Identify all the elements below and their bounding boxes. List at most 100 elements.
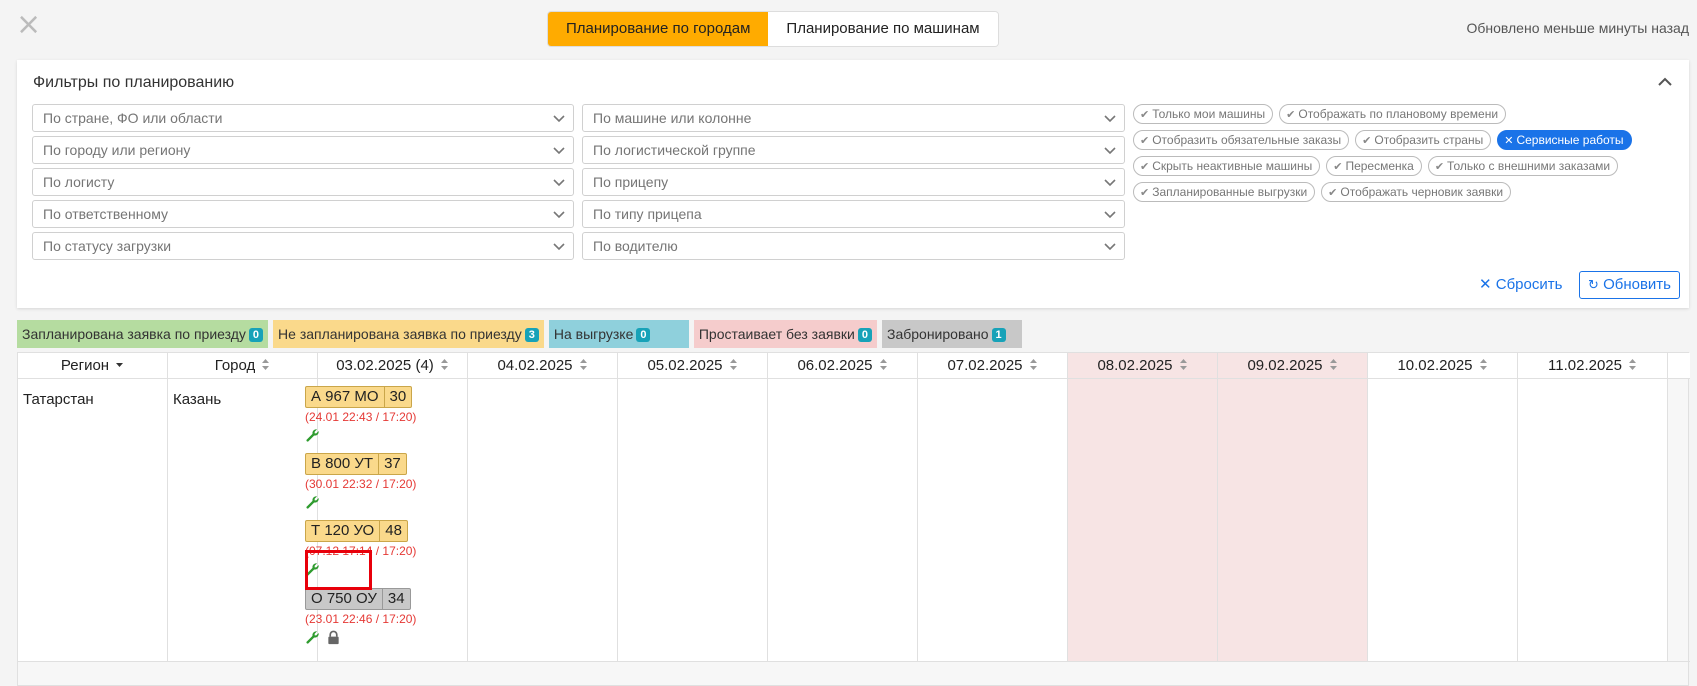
column-header-date[interactable]: 04.02.2025	[468, 353, 618, 379]
chip-only-my-vehicles[interactable]: ✔ Только мои машины	[1133, 104, 1274, 124]
check-icon: ✔	[1140, 108, 1150, 121]
filter-trailer-type-select[interactable]: По типу прицепа	[582, 200, 1125, 228]
day-cell-weekend[interactable]	[1218, 379, 1368, 661]
day-cell[interactable]	[918, 379, 1068, 661]
column-header-date[interactable]: 07.02.2025	[918, 353, 1068, 379]
truck-time: (30.01 22:32 / 17:20)	[305, 477, 417, 491]
chip-planned-time[interactable]: ✔ Отображать по плановому времени	[1279, 104, 1507, 124]
sort-icon	[579, 359, 587, 370]
column-header-label: 07.02.2025	[947, 357, 1023, 374]
chip-mandatory-orders[interactable]: ✔ Отобразить обязательные заказы	[1133, 130, 1350, 150]
legend-unplanned-arrival[interactable]: Не запланирована заявка по приезду 3	[273, 320, 544, 348]
chip-shift-change[interactable]: ✔ Пересменка	[1326, 156, 1422, 176]
column-header-date[interactable]: 10.02.2025	[1368, 353, 1518, 379]
tab-planning-by-cities[interactable]: Планирование по городам	[548, 12, 769, 46]
refresh-button[interactable]: ↻ Обновить	[1579, 271, 1680, 299]
filter-load-status-select[interactable]: По статусу загрузки	[32, 232, 574, 260]
filter-trailer-select[interactable]: По прицепу	[582, 168, 1125, 196]
chevron-up-icon[interactable]	[1655, 72, 1675, 92]
column-header-label: 05.02.2025	[647, 357, 723, 374]
filters-title: Фильтры по планированию	[33, 74, 235, 91]
legend-label: Не запланирована заявка по приезду	[278, 326, 522, 342]
chevron-down-icon	[553, 243, 565, 251]
sort-icon	[1628, 359, 1636, 370]
chip-hide-inactive[interactable]: ✔ Скрыть неактивные машины	[1133, 156, 1321, 176]
legend-idle[interactable]: Простаивает без заявки 0	[693, 320, 877, 348]
highlight-box	[305, 550, 372, 590]
chevron-down-icon	[1104, 211, 1116, 219]
close-icon: ✕	[1504, 134, 1514, 147]
chip-service-works[interactable]: ✕ Сервисные работы	[1497, 130, 1632, 150]
column-header-label: 03.02.2025 (4)	[336, 357, 434, 374]
truck-capacity: 30	[389, 388, 407, 405]
truck-card: О 750 ОУ 34 (23.01 22:46 / 17:20)	[305, 588, 416, 645]
filter-load-status-placeholder: По статусу загрузки	[43, 238, 172, 254]
filter-logistics-group-select[interactable]: По логистической группе	[582, 136, 1125, 164]
legend-planned-arrival[interactable]: Запланирована заявка по приезду 0	[17, 320, 269, 348]
column-header-city[interactable]: Город	[168, 353, 318, 379]
column-header-label: 10.02.2025	[1397, 357, 1473, 374]
wrench-icon[interactable]	[305, 630, 320, 645]
chip-draft-order[interactable]: ✔ Отображать черновик заявки	[1321, 182, 1512, 202]
day-cell[interactable]	[1368, 379, 1518, 661]
column-header-label: 09.02.2025	[1247, 357, 1323, 374]
filter-country-select[interactable]: По стране, ФО или области	[32, 104, 574, 132]
column-header-date-weekend[interactable]: 08.02.2025	[1068, 353, 1218, 379]
chip-planned-unloads[interactable]: ✔ Запланированные выгрузки	[1133, 182, 1316, 202]
close-icon[interactable]: ×	[16, 10, 41, 40]
truck-time: (23.01 22:46 / 17:20)	[305, 612, 417, 626]
region-cell: Татарстан	[18, 379, 168, 661]
region-value: Татарстан	[23, 391, 94, 408]
column-header-date[interactable]: 03.02.2025 (4)	[318, 353, 468, 379]
filter-city-select[interactable]: По городу или региону	[32, 136, 574, 164]
sort-icon	[440, 359, 448, 370]
tab-planning-by-vehicles[interactable]: Планирование по машинам	[768, 12, 998, 46]
row-divider	[18, 661, 1690, 662]
truck-time: (24.01 22:43 / 17:20)	[305, 410, 417, 424]
check-icon: ✔	[1286, 108, 1296, 121]
filter-responsible-select[interactable]: По ответственному	[32, 200, 574, 228]
truck-card: А 967 МО 30 (24.01 22:43 / 17:20)	[305, 386, 416, 443]
chip-external-orders[interactable]: ✔ Только с внешними заказами	[1427, 156, 1619, 176]
chip-label: Сервисные работы	[1516, 133, 1624, 147]
legend-unloading[interactable]: На выгрузке 0	[548, 320, 689, 348]
wrench-icon[interactable]	[305, 428, 320, 443]
reset-filters-button[interactable]: ✕ Сбросить	[1479, 274, 1562, 295]
truck-plate-badge[interactable]: В 800 УТ 37	[305, 453, 407, 475]
chevron-down-icon	[553, 115, 565, 123]
wrench-icon[interactable]	[305, 495, 320, 510]
filter-driver-select[interactable]: По водителю	[582, 232, 1125, 260]
column-header-label: 06.02.2025	[797, 357, 873, 374]
column-header-date[interactable]: 05.02.2025	[618, 353, 768, 379]
sort-icon	[1479, 359, 1487, 370]
column-header-region[interactable]: Регион	[18, 353, 168, 379]
legend-booked[interactable]: Забронировано 1	[881, 320, 1022, 348]
sort-icon	[879, 359, 887, 370]
check-icon: ✔	[1140, 134, 1150, 147]
day-cell[interactable]	[768, 379, 918, 661]
filter-logistics-group-placeholder: По логистической группе	[593, 142, 756, 158]
day-cell[interactable]	[468, 379, 618, 661]
sort-icon	[729, 359, 737, 370]
filter-logist-select[interactable]: По логисту	[32, 168, 574, 196]
truck-plate-badge[interactable]: О 750 ОУ 34	[305, 588, 411, 610]
filter-trailer-placeholder: По прицепу	[593, 174, 669, 190]
day-cell[interactable]	[1518, 379, 1668, 661]
column-header-label: 11.02.2025	[1548, 357, 1622, 374]
filter-vehicle-select[interactable]: По машине или колонне	[582, 104, 1125, 132]
column-header-date-weekend[interactable]: 09.02.2025	[1218, 353, 1368, 379]
check-icon: ✔	[1140, 186, 1150, 199]
status-legend: Запланирована заявка по приезду 0 Не запл…	[17, 320, 1022, 348]
chip-show-countries[interactable]: ✔ Отобразить страны	[1355, 130, 1492, 150]
sort-desc-icon	[116, 363, 124, 367]
truck-plate-badge[interactable]: Т 120 УО 48	[305, 520, 408, 542]
day-cell-weekend[interactable]	[1068, 379, 1218, 661]
truck-capacity: 34	[387, 590, 405, 607]
column-header-date[interactable]: 06.02.2025	[768, 353, 918, 379]
truck-plate-number: В 800 УТ	[306, 454, 380, 474]
legend-count-badge: 1	[991, 328, 1006, 342]
chip-label: Отображать по плановому времени	[1298, 107, 1499, 121]
column-header-date[interactable]: 11.02.2025	[1518, 353, 1668, 379]
day-cell[interactable]	[618, 379, 768, 661]
truck-plate-badge[interactable]: А 967 МО 30	[305, 386, 413, 408]
